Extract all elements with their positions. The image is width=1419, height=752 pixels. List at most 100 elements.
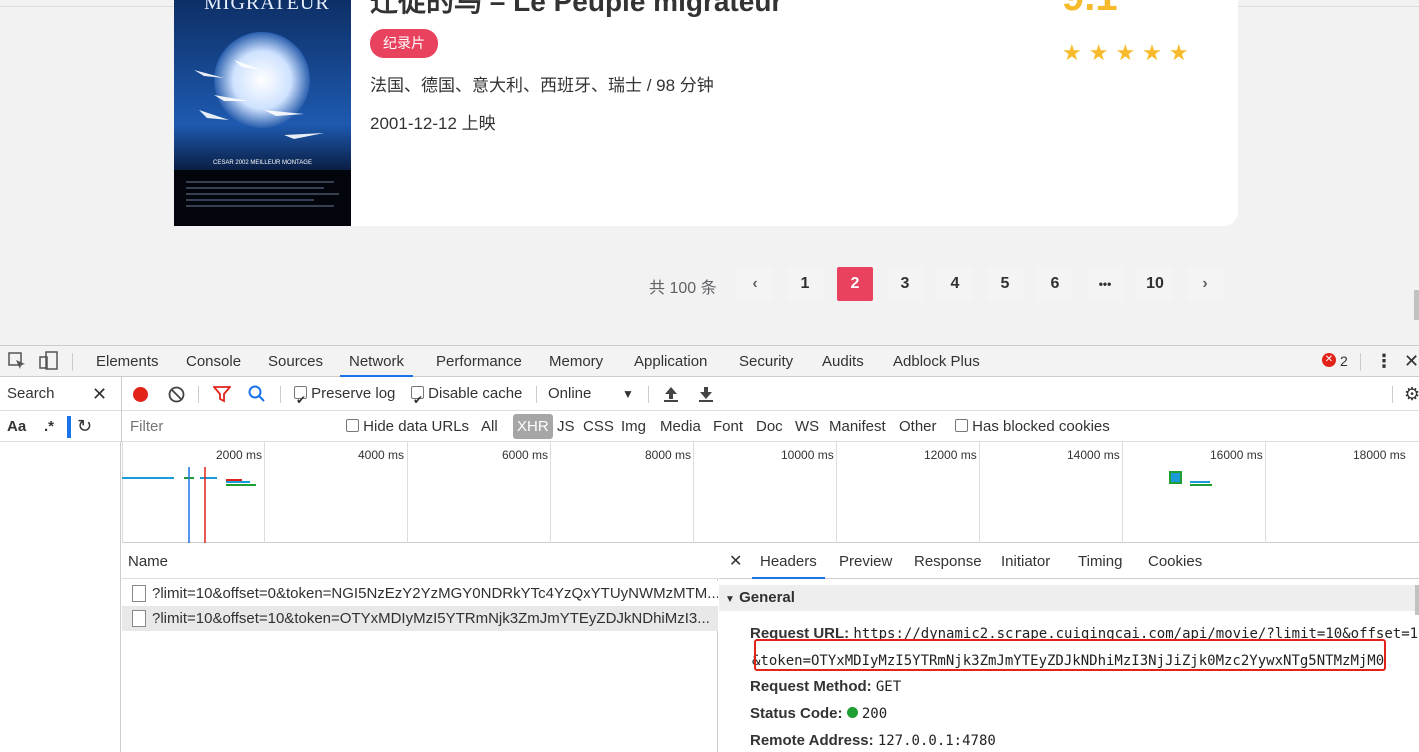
throttle-select[interactable]: Online xyxy=(548,377,591,411)
movie-title[interactable]: 迁徙的鸟 – Le Peuple migrateur xyxy=(370,0,782,20)
tab-cookies[interactable]: Cookies xyxy=(1148,545,1202,579)
name-column-header[interactable]: Name xyxy=(122,545,718,579)
tab-network[interactable]: Network xyxy=(340,346,414,377)
tab-sources[interactable]: Sources xyxy=(268,346,323,377)
type-js[interactable]: JS xyxy=(557,411,575,442)
tab-application[interactable]: Application xyxy=(634,346,707,377)
hide-data-urls-checkbox[interactable] xyxy=(346,419,359,432)
type-manifest[interactable]: Manifest xyxy=(829,411,886,442)
general-section-header[interactable]: ▼ General xyxy=(719,585,1415,611)
tab-elements[interactable]: Elements xyxy=(96,346,159,377)
filter-icon[interactable] xyxy=(212,386,232,407)
page-button-2[interactable]: 2 xyxy=(837,267,873,301)
prev-page-button[interactable]: ‹ xyxy=(737,267,773,301)
error-count[interactable]: 2 xyxy=(1340,346,1348,377)
file-icon xyxy=(132,585,146,602)
request-method-value[interactable]: GET xyxy=(876,679,901,695)
type-other[interactable]: Other xyxy=(899,411,937,442)
filter-bar: Aa .* ↻ Hide data URLs All XHR JS CSS Im… xyxy=(0,411,1419,442)
type-img[interactable]: Img xyxy=(621,411,646,442)
search-text-cursor[interactable] xyxy=(67,416,71,438)
close-details-icon[interactable]: ✕ xyxy=(729,545,742,579)
network-timeline-overview[interactable]: 2000 ms 4000 ms 6000 ms 8000 ms 10000 ms… xyxy=(122,442,1419,543)
poster-caption: CESAR 2002 MEILLEUR MONTAGE xyxy=(213,160,312,166)
type-css[interactable]: CSS xyxy=(583,411,614,442)
pagination-total: 共 100 条 xyxy=(649,280,717,297)
disable-cache-checkbox[interactable] xyxy=(411,383,424,417)
regex-toggle[interactable]: .* xyxy=(44,411,54,442)
status-ok-icon xyxy=(846,707,858,718)
refresh-search-icon[interactable]: ↻ xyxy=(77,411,92,442)
device-toolbar-icon[interactable] xyxy=(39,351,59,376)
type-font[interactable]: Font xyxy=(713,411,743,442)
network-toolbar: Search ✕ Preserve log Disable cache Onli… xyxy=(0,377,1419,417)
page-button-4[interactable]: 4 xyxy=(937,267,973,301)
devtools-panel: Elements Console Sources Network Perform… xyxy=(0,345,1419,752)
hide-data-urls-option[interactable]: Hide data URLs xyxy=(346,411,469,442)
tab-timing[interactable]: Timing xyxy=(1078,545,1122,579)
disable-cache-label: Disable cache xyxy=(428,385,523,402)
highlight-annotation-box xyxy=(754,639,1386,671)
has-blocked-cookies-option[interactable]: Has blocked cookies xyxy=(955,411,1110,442)
status-code-value[interactable]: 200 xyxy=(862,706,887,722)
page-button-3[interactable]: 3 xyxy=(887,267,923,301)
tab-memory[interactable]: Memory xyxy=(549,346,603,377)
request-row-selected[interactable]: ?limit=10&offset=10&token=OTYxMDIyMzI5YT… xyxy=(122,606,718,631)
page-button-10[interactable]: 10 xyxy=(1137,267,1173,301)
import-har-icon[interactable] xyxy=(663,385,679,407)
search-results-panel xyxy=(0,442,121,752)
type-doc[interactable]: Doc xyxy=(756,411,783,442)
tab-initiator[interactable]: Initiator xyxy=(1001,545,1050,579)
clear-icon[interactable] xyxy=(168,386,185,407)
page-button-1[interactable]: 1 xyxy=(787,267,823,301)
record-icon[interactable] xyxy=(133,387,148,402)
disable-cache-option[interactable]: Disable cache xyxy=(411,377,523,417)
tab-audits[interactable]: Audits xyxy=(822,346,864,377)
tab-performance[interactable]: Performance xyxy=(436,346,522,377)
type-ws[interactable]: WS xyxy=(795,411,819,442)
triangle-down-icon: ▼ xyxy=(725,594,735,605)
export-har-icon[interactable] xyxy=(698,385,714,407)
request-row[interactable]: ?limit=10&offset=0&token=NGI5NzEzY2YzMGY… xyxy=(122,581,718,606)
tab-preview[interactable]: Preview xyxy=(839,545,892,579)
movie-poster[interactable]: MIGRATEUR CESAR 2002 MEILLEUR MONTAGE xyxy=(174,0,351,226)
type-xhr[interactable]: XHR xyxy=(513,414,553,439)
search-icon[interactable] xyxy=(248,385,266,407)
tab-adblock-plus[interactable]: Adblock Plus xyxy=(893,346,980,377)
status-code-key: Status Code: xyxy=(750,705,843,722)
close-devtools-icon[interactable]: ✕ xyxy=(1404,346,1419,377)
next-page-button[interactable]: › xyxy=(1187,267,1223,301)
page-button-5[interactable]: 5 xyxy=(987,267,1023,301)
request-method-row: Request Method: GET xyxy=(750,678,901,695)
preserve-log-option[interactable]: Preserve log xyxy=(294,377,396,417)
search-panel-label: Search xyxy=(7,385,55,402)
has-blocked-cookies-checkbox[interactable] xyxy=(955,419,968,432)
tab-response[interactable]: Response xyxy=(914,545,982,579)
details-scrollbar[interactable] xyxy=(1415,585,1419,615)
hide-data-urls-label: Hide data URLs xyxy=(363,418,470,435)
poster-image xyxy=(174,0,351,226)
chevron-down-icon[interactable]: ▼ xyxy=(622,377,634,411)
close-search-icon[interactable]: ✕ xyxy=(92,377,107,411)
more-options-icon[interactable]: ⋮ xyxy=(1375,346,1393,377)
network-settings-icon[interactable]: ⚙ xyxy=(1404,377,1419,411)
inspect-element-icon[interactable] xyxy=(8,352,26,375)
tab-security[interactable]: Security xyxy=(739,346,793,377)
match-case-toggle[interactable]: Aa xyxy=(7,411,26,442)
genre-tag: 纪录片 xyxy=(370,29,438,58)
tab-console[interactable]: Console xyxy=(186,346,241,377)
details-tabbar: ✕ Headers Preview Response Initiator Tim… xyxy=(719,545,1419,579)
type-media[interactable]: Media xyxy=(660,411,701,442)
request-name: ?limit=10&offset=10&token=OTYxMDIyMzI5YT… xyxy=(152,610,710,627)
scrollbar-thumb[interactable] xyxy=(1414,290,1419,320)
preserve-log-checkbox[interactable] xyxy=(294,383,307,417)
page-ellipsis-button[interactable]: ••• xyxy=(1087,267,1123,301)
remote-address-value[interactable]: 127.0.0.1:4780 xyxy=(878,733,996,749)
remote-address-key: Remote Address: xyxy=(750,732,874,749)
tab-headers[interactable]: Headers xyxy=(752,545,825,579)
type-all[interactable]: All xyxy=(481,411,498,442)
error-icon[interactable]: ✕ xyxy=(1322,353,1336,367)
page-button-6[interactable]: 6 xyxy=(1037,267,1073,301)
filter-input[interactable] xyxy=(126,415,330,437)
preserve-log-label: Preserve log xyxy=(311,385,396,402)
